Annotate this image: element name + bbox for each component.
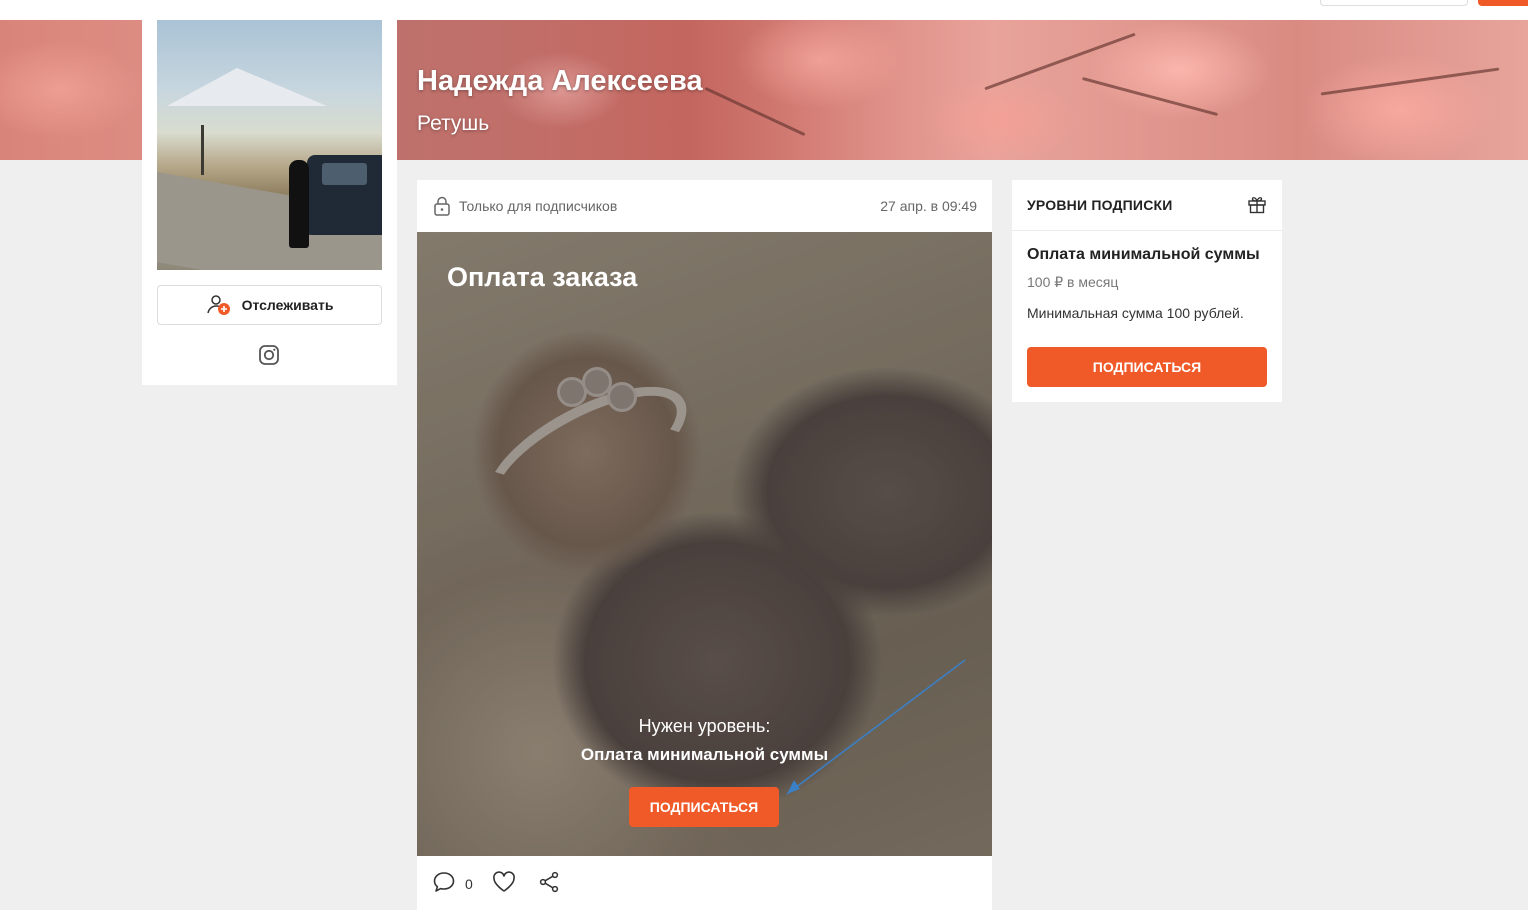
profile-name: Надежда Алексеева	[417, 65, 703, 97]
follow-button[interactable]: Отслеживать	[157, 285, 382, 325]
post-card: Только для подписчиков 27 апр. в 09:49 О…	[417, 180, 992, 910]
profile-subtitle: Ретушь	[417, 112, 490, 135]
post-date: 27 апр. в 09:49	[880, 198, 977, 214]
top-action-button[interactable]	[1478, 0, 1528, 6]
tier-subscribe-button[interactable]: ПОДПИСАТЬСЯ	[1027, 347, 1267, 387]
cover-branch	[984, 32, 1136, 91]
avatar	[157, 20, 382, 270]
tier-price: 100 ₽ в месяц	[1027, 274, 1119, 290]
follow-button-label: Отслеживать	[241, 297, 334, 313]
gift-icon	[1248, 197, 1266, 214]
avatar-car	[307, 155, 382, 235]
comment-count: 0	[465, 876, 473, 892]
required-level-label: Нужен уровень:	[638, 716, 771, 736]
avatar-mountain	[167, 68, 327, 106]
post-subscribe-button[interactable]: ПОДПИСАТЬСЯ	[629, 787, 779, 827]
top-bar	[0, 0, 1528, 20]
cover-branch	[1320, 67, 1500, 96]
tiers-title: УРОВНИ ПОДПИСКИ	[1027, 197, 1173, 213]
cover-branch	[1081, 76, 1219, 117]
avatar-person	[289, 160, 309, 248]
subscription-tiers-card: УРОВНИ ПОДПИСКИ Оплата минимальной суммы…	[1012, 180, 1282, 402]
heart-icon[interactable]	[491, 870, 517, 894]
follow-user-plus-icon	[206, 295, 230, 315]
required-level-name: Оплата минимальной суммы	[580, 745, 829, 764]
lock-icon	[434, 196, 450, 216]
post-locked-media: Оплата заказа Нужен уровень: Оплата мини…	[417, 232, 992, 856]
comment-icon[interactable]	[432, 870, 456, 894]
top-search-input[interactable]	[1320, 0, 1468, 6]
post-actions: 0	[417, 856, 992, 910]
post-title: Оплата заказа	[447, 262, 638, 292]
tier-description: Минимальная сумма 100 рублей.	[1027, 305, 1244, 321]
tiers-divider	[1012, 230, 1282, 231]
post-header: Только для подписчиков 27 апр. в 09:49	[417, 180, 992, 232]
share-icon[interactable]	[537, 870, 561, 894]
tier-name: Оплата минимальной суммы	[1027, 246, 1260, 263]
avatar-pole	[201, 125, 204, 175]
profile-card: Отслеживать	[142, 20, 397, 385]
instagram-icon[interactable]	[258, 344, 280, 366]
post-access-label: Только для подписчиков	[459, 198, 618, 214]
